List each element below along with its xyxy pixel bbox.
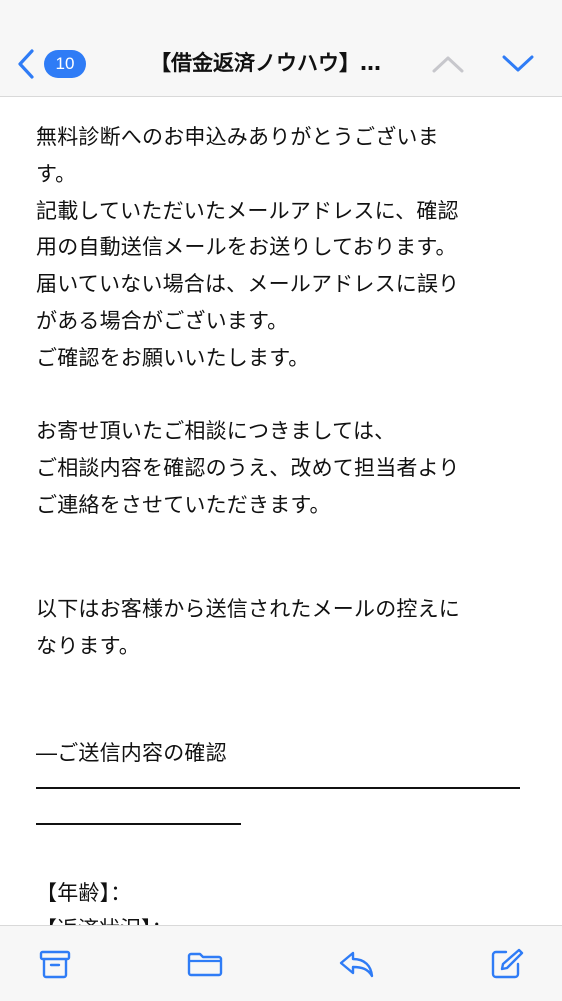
message-body[interactable]: 無料診断へのお申込みありがとうございま す。 記載していただいたメールアドレスに… (0, 97, 562, 925)
divider-line (36, 823, 241, 825)
text-line: ご連絡をさせていただきます。 (36, 492, 331, 517)
compose-button[interactable] (487, 946, 527, 982)
text-line: 以下はお客様から送信されたメールの控えに (36, 597, 460, 621)
text-line: 記載していただいたメールアドレスに、確認 (36, 198, 459, 223)
paragraph-consultation: お寄せ頂いたご相談につきましては、 ご相談内容を確認のうえ、改めて担当者より ご… (36, 413, 532, 523)
text-line: お寄せ頂いたご相談につきましては、 (36, 419, 396, 443)
move-to-folder-button[interactable] (185, 946, 225, 982)
chevron-up-icon (432, 56, 464, 73)
divider-line (36, 787, 520, 789)
compose-icon (491, 948, 524, 979)
folder-icon (187, 952, 223, 977)
paragraph-copy-notice: 以下はお客様から送信されたメールの控えに なります。 (36, 591, 532, 665)
reply-icon (339, 951, 374, 978)
text-line: 届いていない場合は、メールアドレスに誤り (36, 272, 460, 297)
back-button[interactable] (8, 44, 44, 84)
paragraph-thanks: 無料診断へのお申込みありがとうございま す。 記載していただいたメールアドレスに… (36, 119, 532, 377)
text-line: ご相談内容を確認のうえ、改めて担当者より (36, 455, 460, 480)
previous-message-button[interactable] (428, 44, 468, 84)
text-line: ご確認をお願いいたします。 (36, 345, 310, 370)
reply-button[interactable] (336, 946, 376, 982)
bottom-toolbar (0, 925, 562, 1001)
repayment-status-field: 【返済状況】：… (36, 911, 536, 925)
text-line: 無料診断へのお申込みありがとうございま (36, 125, 439, 149)
next-message-button[interactable] (496, 44, 540, 84)
confirm-heading: ―ご送信内容の確認 (36, 735, 532, 772)
navigation-bar: 10 【借金返済ノウハウ】… (0, 0, 562, 97)
text-line: 用の自動送信メールをお送りしております。 (36, 235, 457, 260)
unread-count-badge[interactable]: 10 (44, 50, 86, 78)
archive-button[interactable] (35, 946, 75, 982)
chevron-down-icon (502, 55, 534, 72)
text-line: す。 (36, 161, 77, 186)
text-line: ―ご送信内容の確認 (36, 741, 227, 765)
chevron-left-icon (18, 49, 34, 79)
age-field: 【年齢】： (36, 875, 532, 912)
text-line: 【年齢】： (36, 881, 132, 905)
archive-icon (39, 950, 71, 979)
message-subject-title: 【借金返済ノウハウ】… (150, 51, 381, 75)
text-line: がある場合がございます。 (36, 308, 289, 333)
text-line: なります。 (36, 633, 140, 658)
